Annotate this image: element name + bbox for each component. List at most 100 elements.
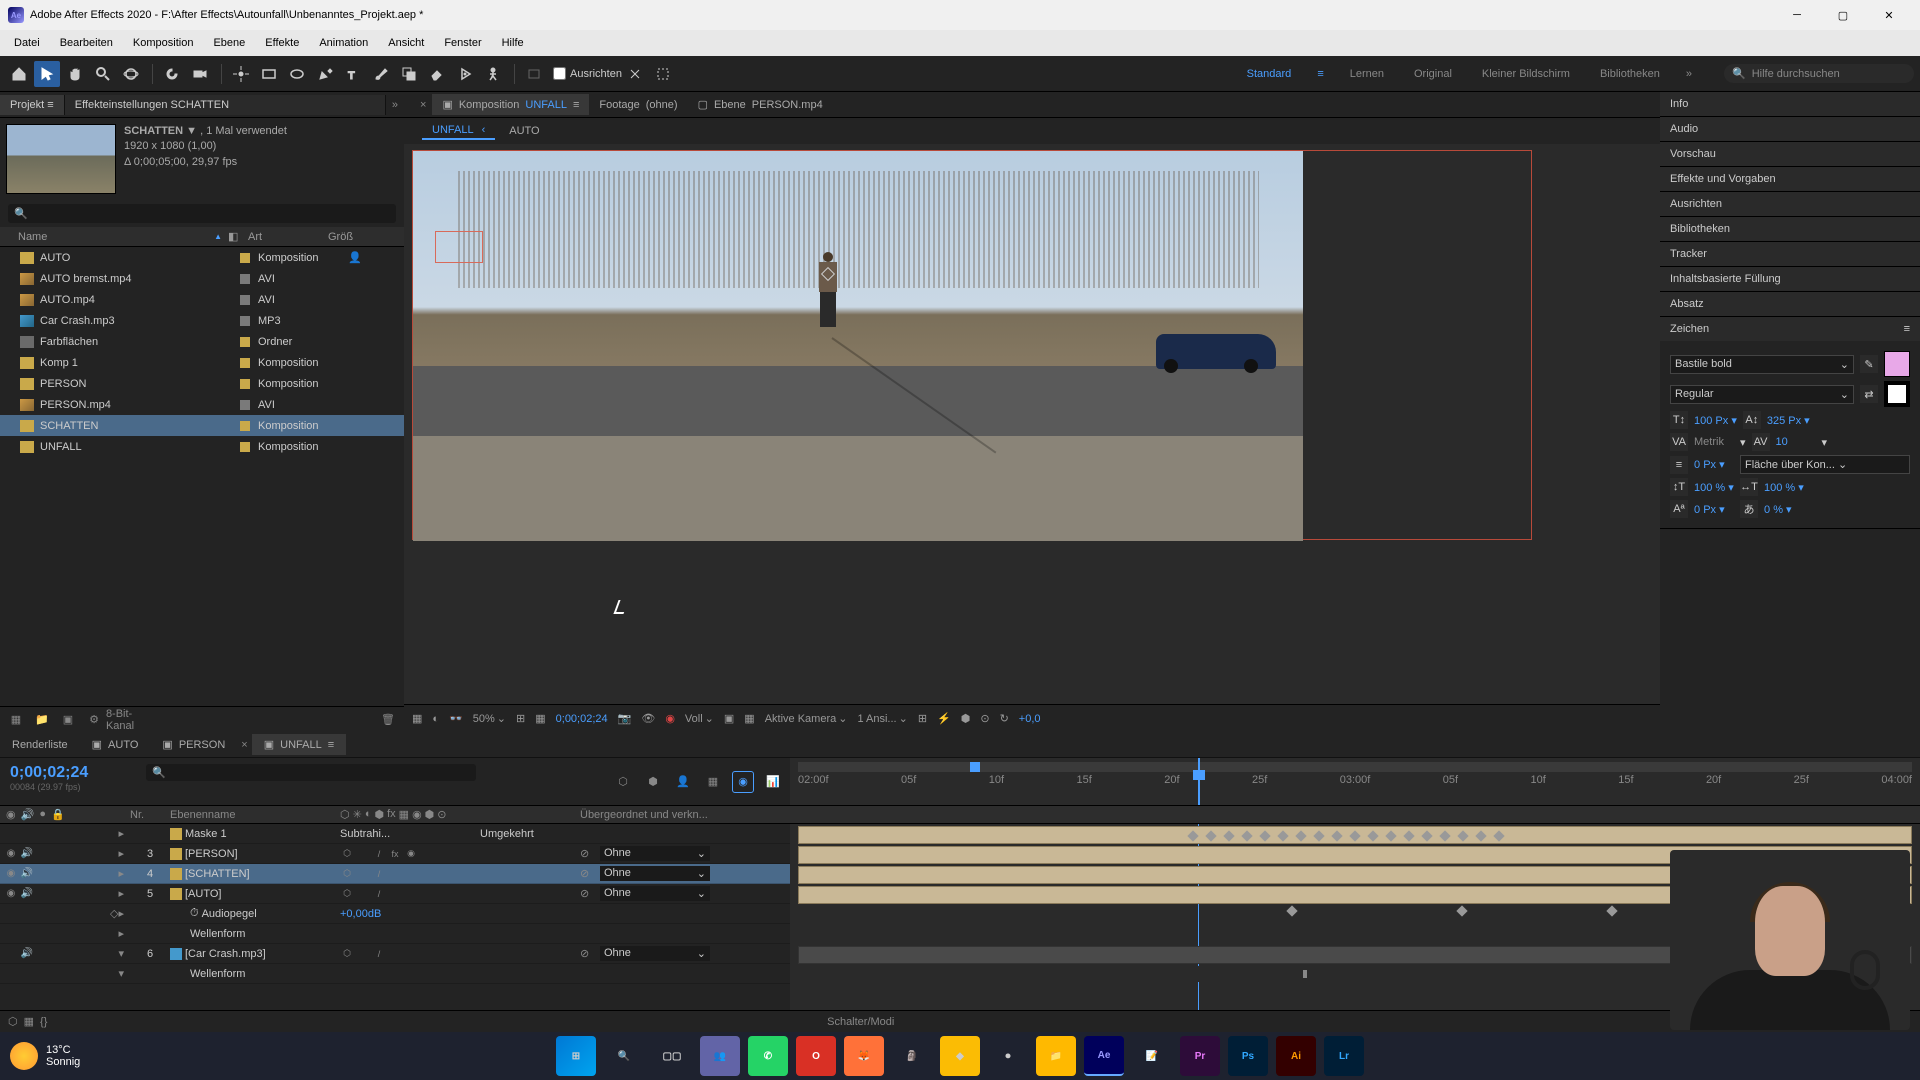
toggle-switches-icon[interactable]: ⬡ <box>8 1015 18 1028</box>
workspace-original[interactable]: Original <box>1410 64 1456 84</box>
snap-options-icon[interactable] <box>622 61 648 87</box>
font-size-value[interactable]: 100 Px ▾ <box>1694 414 1737 427</box>
snapping-checkbox[interactable] <box>553 67 566 80</box>
expand-toggle[interactable]: ▸ <box>80 847 130 860</box>
selection-tool[interactable] <box>34 61 60 87</box>
motion-blur-icon[interactable]: ◉ <box>732 771 754 793</box>
flowchart-icon[interactable]: ↻ <box>1000 712 1009 725</box>
search-button[interactable]: 🔍 <box>604 1036 644 1076</box>
visibility-toggle[interactable]: ◉ <box>4 887 18 901</box>
panel-inhaltsbasierte[interactable]: Inhaltsbasierte Füllung <box>1660 267 1920 291</box>
layer-label-color[interactable] <box>170 868 182 880</box>
camera-dropdown[interactable]: Aktive Kamera ⌄ <box>765 712 848 725</box>
comp-tab-unfall[interactable]: ▣ Komposition UNFALL ≡ <box>432 94 589 115</box>
zoom-tool[interactable] <box>90 61 116 87</box>
pickwhip-icon[interactable]: ⊘ <box>580 867 594 880</box>
puppet-tool[interactable] <box>480 61 506 87</box>
show-snapshot-icon[interactable]: 👁 <box>641 712 655 725</box>
workspace-overflow-icon[interactable]: » <box>1686 68 1692 80</box>
orbit-tool[interactable] <box>118 61 144 87</box>
stroke-value[interactable]: 0 Px ▾ <box>1694 458 1734 471</box>
tab-unfall[interactable]: ▣UNFALL ≡ <box>252 734 346 755</box>
current-time[interactable]: 0;00;02;24 <box>556 713 608 725</box>
flow-tab-auto[interactable]: AUTO <box>499 123 549 139</box>
layer-6-row[interactable]: 🔊 ▾ 6 [Car Crash.mp3] ⬡/ ⊘Ohne⌄ <box>0 944 790 964</box>
wellenform-row[interactable]: ▸ Wellenform <box>0 924 790 944</box>
exposure[interactable]: +0,0 <box>1019 713 1041 725</box>
close-button[interactable]: ✕ <box>1866 0 1912 30</box>
camera-tool[interactable] <box>187 61 213 87</box>
px-aspect-icon[interactable]: ⊞ <box>918 712 927 725</box>
keyframe[interactable] <box>1457 830 1468 841</box>
parent-dropdown[interactable]: Ohne⌄ <box>600 886 710 901</box>
3d-icon[interactable]: ⬢ <box>961 712 971 725</box>
new-folder-icon[interactable]: 📁 <box>32 710 52 730</box>
bit-depth[interactable]: 8-Bit-Kanal <box>110 710 130 730</box>
panel-bibliotheken[interactable]: Bibliotheken <box>1660 217 1920 241</box>
keyframe[interactable] <box>1385 830 1396 841</box>
menu-ebene[interactable]: Ebene <box>203 34 255 52</box>
views-dropdown[interactable]: 1 Ansi... ⌄ <box>857 712 907 725</box>
app-red-icon[interactable]: O <box>796 1036 836 1076</box>
audio-toggle[interactable]: 🔊 <box>20 887 34 901</box>
keyframe[interactable] <box>1421 830 1432 841</box>
zoom-level[interactable]: 50% ⌄ <box>473 712 506 725</box>
lightroom-icon[interactable]: Lr <box>1324 1036 1364 1076</box>
keyframe[interactable] <box>1493 830 1504 841</box>
menu-fenster[interactable]: Fenster <box>434 34 491 52</box>
label-swatch[interactable] <box>240 253 250 263</box>
trash-icon[interactable]: 🗑 <box>378 710 398 730</box>
keyframe[interactable] <box>1367 830 1378 841</box>
home-tool[interactable] <box>6 61 32 87</box>
keyframe[interactable] <box>1241 830 1252 841</box>
draft-3d-icon[interactable]: ⬢ <box>642 771 664 793</box>
mask-icon[interactable]: 👓 <box>449 712 463 725</box>
col-type[interactable]: Art <box>248 231 328 243</box>
parent-dropdown[interactable]: Ohne⌄ <box>600 846 710 861</box>
leading-value[interactable]: 325 Px ▾ <box>1767 414 1810 427</box>
tab-close-icon[interactable]: × <box>414 99 432 111</box>
premiere-icon[interactable]: Pr <box>1180 1036 1220 1076</box>
color-mgmt-icon[interactable]: ◉ <box>665 712 675 725</box>
illustrator-icon[interactable]: Ai <box>1276 1036 1316 1076</box>
timeline-search[interactable]: 🔍 <box>146 764 476 781</box>
panel-info[interactable]: Info <box>1660 92 1920 116</box>
wellenform-row-2[interactable]: ▾ Wellenform <box>0 964 790 984</box>
teams-icon[interactable]: 👥 <box>700 1036 740 1076</box>
start-button[interactable]: ⊞ <box>556 1036 596 1076</box>
keyframe[interactable] <box>1439 830 1450 841</box>
audiopegel-value[interactable]: +0,00dB <box>340 908 480 920</box>
firefox-icon[interactable]: 🦊 <box>844 1036 884 1076</box>
task-view-button[interactable]: ▢▢ <box>652 1036 692 1076</box>
visibility-toggle[interactable]: ◉ <box>4 847 18 861</box>
interpret-footage-icon[interactable]: ▦ <box>6 710 26 730</box>
keyframe[interactable] <box>1331 830 1342 841</box>
fill-color-swatch[interactable] <box>1884 351 1910 377</box>
swap-colors-icon[interactable]: ⇄ <box>1860 385 1878 403</box>
pickwhip-icon[interactable]: ⊘ <box>580 847 594 860</box>
tracking-value[interactable]: 10 <box>1776 436 1816 448</box>
tab-menu-icon[interactable]: ≡ <box>573 99 579 111</box>
label-swatch[interactable] <box>240 442 250 452</box>
label-swatch[interactable] <box>240 295 250 305</box>
snapshot-icon[interactable]: 📷 <box>618 712 632 725</box>
toggle-brackets-icon[interactable]: {} <box>40 1016 47 1028</box>
keyframe[interactable] <box>1349 830 1360 841</box>
panel-audio[interactable]: Audio <box>1660 117 1920 141</box>
tab-person[interactable]: ▣PERSON <box>150 734 237 755</box>
after-effects-icon[interactable]: Ae <box>1084 1036 1124 1076</box>
pen-tool[interactable] <box>312 61 338 87</box>
channel-icon[interactable]: ◐ <box>432 713 439 725</box>
keyframe[interactable] <box>1187 830 1198 841</box>
help-search[interactable]: 🔍 Hilfe durchsuchen <box>1724 64 1914 83</box>
label-swatch[interactable] <box>240 358 250 368</box>
tab-close-icon[interactable]: × <box>237 739 251 751</box>
project-item[interactable]: PERSON Komposition <box>0 373 404 394</box>
comp-mini-flow-icon[interactable]: ⬡ <box>612 771 634 793</box>
obs-icon[interactable]: ⏺ <box>988 1036 1028 1076</box>
playhead[interactable] <box>1198 758 1200 805</box>
res-icon[interactable]: ⊞ <box>516 712 525 725</box>
maximize-button[interactable]: ▢ <box>1820 0 1866 30</box>
col-name[interactable]: Name <box>18 231 228 243</box>
col-label-icon[interactable]: ◧ <box>228 230 248 243</box>
